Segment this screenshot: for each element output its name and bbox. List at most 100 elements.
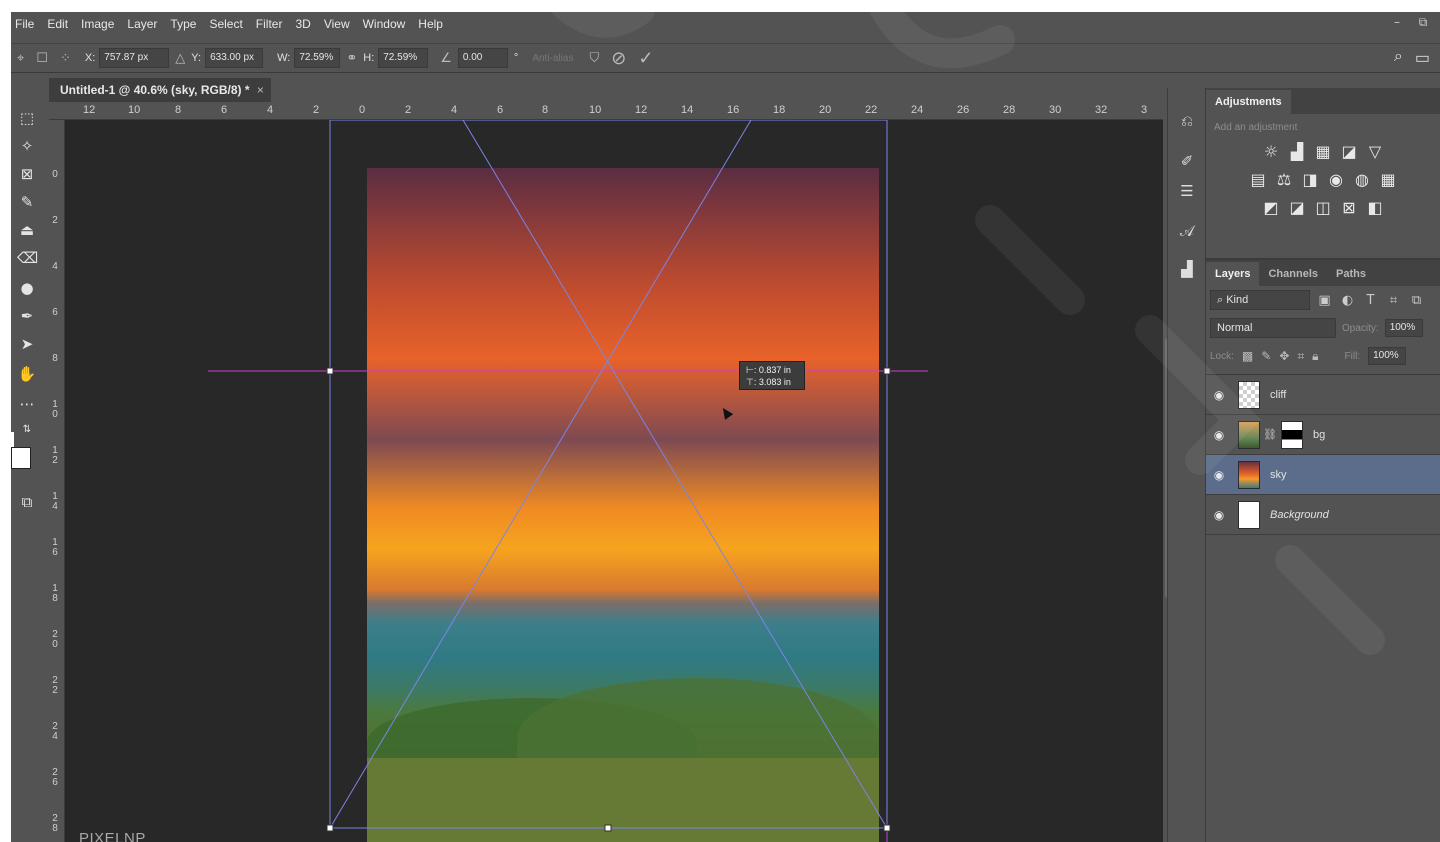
width-input[interactable]: 72.59%	[294, 48, 341, 68]
lock-all-icon[interactable]: 🔒︎	[1312, 349, 1318, 364]
shape-filter-icon[interactable]: ⌗	[1385, 293, 1402, 308]
antialias-checkbox[interactable]: Anti-alias	[532, 53, 573, 64]
properties-icon[interactable]: ☰	[1176, 180, 1198, 202]
screen-mode-icon[interactable]: ⧉	[17, 492, 37, 512]
transform-handle[interactable]	[604, 824, 612, 832]
visibility-eye-icon[interactable]: ◉	[1206, 468, 1232, 482]
x-input[interactable]: 757.87 px	[99, 48, 170, 68]
menu-image[interactable]: Image	[81, 17, 114, 31]
tab-adjustments[interactable]: Adjustments	[1206, 90, 1291, 114]
swap-colors-icon[interactable]: ⇅	[17, 420, 37, 440]
brightness-contrast-icon[interactable]: ☼	[1261, 142, 1281, 161]
rotation-input[interactable]: 0.00	[457, 48, 508, 68]
transform-handle[interactable]	[326, 824, 334, 832]
vibrance-icon[interactable]: ▽	[1365, 142, 1385, 161]
document-canvas[interactable]: ⊢: 0.837 in ⊤: 3.083 in PIXELNP	[65, 120, 1163, 842]
transform-bounding-box[interactable]	[329, 120, 888, 829]
black-white-icon[interactable]: ◨	[1300, 170, 1320, 189]
document-tab[interactable]: Untitled-1 @ 40.6% (sky, RGB/8) * ×	[49, 78, 271, 102]
transform-handle[interactable]	[883, 367, 891, 375]
menu-view[interactable]: View	[324, 17, 350, 31]
selective-color-icon[interactable]: ⊠	[1339, 198, 1359, 217]
mask-link-icon[interactable]: ⛓	[1263, 428, 1277, 441]
fill-input[interactable]: 100%	[1368, 347, 1407, 365]
blend-mode-select[interactable]: Normal	[1210, 318, 1336, 338]
reference-point-grid-icon[interactable]: ⁘	[60, 50, 71, 66]
smart-object-filter-icon[interactable]: ⧉	[1408, 293, 1425, 308]
history-panel-icon[interactable]: ⎌	[1176, 110, 1198, 132]
lock-artboard-icon[interactable]: ⌗	[1297, 349, 1304, 364]
hue-saturation-icon[interactable]: ▤	[1248, 170, 1268, 189]
layer-row-bg[interactable]: ◉ ⛓ bg	[1206, 415, 1440, 455]
type-filter-icon[interactable]: T	[1362, 293, 1379, 308]
visibility-eye-icon[interactable]: ◉	[1206, 428, 1232, 442]
invert-icon[interactable]: ◩	[1261, 198, 1281, 217]
threshold-icon[interactable]: ◫	[1313, 198, 1333, 217]
warp-mode-icon[interactable]: ⛉	[589, 50, 599, 66]
menu-type[interactable]: Type	[170, 17, 196, 31]
search-icon[interactable]: ⌕	[1394, 48, 1403, 68]
exposure-icon[interactable]: ◪	[1339, 142, 1359, 161]
marquee-tool-icon[interactable]: ⬚	[17, 108, 37, 128]
close-document-icon[interactable]: ×	[257, 83, 264, 97]
workspace-icon[interactable]: ▭	[1415, 48, 1430, 68]
height-input[interactable]: 72.59%	[378, 48, 429, 68]
magic-wand-tool-icon[interactable]: ✧	[17, 136, 37, 156]
healing-brush-tool-icon[interactable]: ✎	[17, 192, 37, 212]
relative-position-icon[interactable]: △	[175, 50, 185, 66]
foreground-color-swatch[interactable]	[11, 447, 31, 469]
levels-icon[interactable]: ▟	[1287, 142, 1307, 161]
photo-filter-icon[interactable]: ◉	[1326, 170, 1346, 189]
hand-tool-icon[interactable]: ✋	[17, 364, 37, 384]
posterize-icon[interactable]: ◪	[1287, 198, 1307, 217]
cancel-transform-button[interactable]: ⊘	[611, 48, 626, 69]
tab-channels[interactable]: Channels	[1259, 262, 1327, 286]
layer-row-cliff[interactable]: ◉ cliff	[1206, 375, 1440, 415]
layer-row-sky[interactable]: ◉ sky	[1206, 455, 1440, 495]
color-lookup-icon[interactable]: ▦	[1378, 170, 1398, 189]
layer-row-background[interactable]: ◉ Background	[1206, 495, 1440, 535]
menu-window[interactable]: Window	[363, 17, 406, 31]
restore-button[interactable]: ⧉	[1414, 14, 1432, 30]
transform-tool-icon[interactable]: ⌖	[17, 50, 24, 66]
visibility-eye-icon[interactable]: ◉	[1206, 388, 1232, 402]
blur-tool-icon[interactable]: ●	[17, 278, 37, 298]
menu-filter[interactable]: Filter	[256, 17, 283, 31]
visibility-eye-icon[interactable]: ◉	[1206, 508, 1232, 522]
frame-tool-icon[interactable]: ⊠	[17, 164, 37, 184]
menu-edit[interactable]: Edit	[47, 17, 68, 31]
channel-mixer-icon[interactable]: ◍	[1352, 170, 1372, 189]
kind-filter-select[interactable]: ⌕ Kind	[1210, 290, 1310, 310]
lock-transparent-icon[interactable]: ▩	[1242, 349, 1253, 363]
pixel-filter-icon[interactable]: ▣	[1316, 293, 1333, 308]
pen-tool-icon[interactable]: ✒	[17, 306, 37, 326]
lock-position-icon[interactable]: ✥	[1279, 349, 1289, 363]
reference-point-toggle-icon[interactable]: ☐	[36, 50, 48, 66]
path-selection-tool-icon[interactable]: ➤	[17, 334, 37, 354]
curves-icon[interactable]: ▦	[1313, 142, 1333, 161]
menu-file[interactable]: File	[15, 17, 34, 31]
lock-pixels-icon[interactable]: ✎	[1261, 349, 1271, 363]
y-input[interactable]: 633.00 px	[205, 48, 264, 68]
histogram-icon[interactable]: ▟	[1176, 258, 1198, 280]
character-panel-icon[interactable]: 𝒜	[1176, 220, 1198, 242]
transform-handle[interactable]	[326, 367, 334, 375]
tab-layers[interactable]: Layers	[1206, 262, 1260, 286]
brush-settings-icon[interactable]: ✐	[1176, 150, 1198, 172]
more-tools-icon[interactable]: ⋯	[17, 394, 37, 414]
menu-layer[interactable]: Layer	[127, 17, 157, 31]
clone-stamp-tool-icon[interactable]: ⏏	[17, 220, 37, 240]
transform-handle[interactable]	[883, 824, 891, 832]
menu-select[interactable]: Select	[209, 17, 242, 31]
eraser-tool-icon[interactable]: ⌫	[17, 248, 38, 268]
adjustment-filter-icon[interactable]: ◐	[1339, 293, 1356, 308]
tab-paths[interactable]: Paths	[1327, 262, 1375, 286]
minimize-button[interactable]: –	[1388, 14, 1406, 30]
opacity-input[interactable]: 100%	[1384, 319, 1423, 337]
color-balance-icon[interactable]: ⚖	[1274, 170, 1294, 189]
gradient-map-icon[interactable]: ◧	[1365, 198, 1385, 217]
menu-3d[interactable]: 3D	[295, 17, 310, 31]
link-proportions-icon[interactable]: ⚭	[346, 50, 357, 66]
layer-mask-thumbnail[interactable]	[1280, 420, 1303, 449]
menu-help[interactable]: Help	[418, 17, 443, 31]
